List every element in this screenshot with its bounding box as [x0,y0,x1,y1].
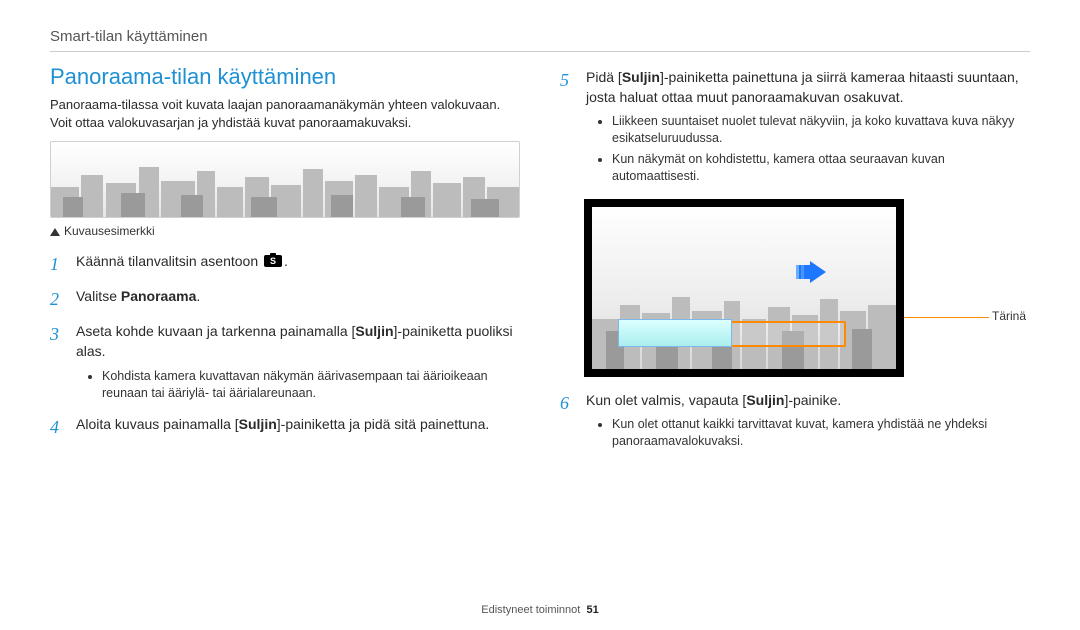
step-number: 2 [50,287,66,312]
step-number: 3 [50,322,66,405]
step-6: 6 Kun olet valmis, vapauta [Suljin]-pain… [560,391,1030,454]
step-number: 1 [50,252,66,277]
captured-segment [618,319,732,347]
right-column: 5 Pidä [Suljin]-painiketta painettuna ja… [560,68,1030,464]
intro-paragraph: Panoraama-tilassa voit kuvata laajan pan… [50,96,520,131]
callout-line [904,317,989,318]
step-number: 6 [560,391,576,454]
step-number: 4 [50,415,66,440]
panorama-progress-bar [642,321,846,347]
step-3-bullet: Kohdista kamera kuvattavan näkymän ääriv… [102,368,520,402]
mode-dial-s-icon: S [264,253,282,273]
svg-text:S: S [270,256,276,266]
step-4: 4 Aloita kuvaus painamalla [Suljin]-pain… [50,415,520,440]
left-column: Panoraama-tilan käyttäminen Panoraama-ti… [50,68,520,464]
step-6-bullet: Kun olet ottanut kaikki tarvittavat kuva… [612,416,1030,450]
step-number: 5 [560,68,576,189]
page-header: Smart-tilan käyttäminen [50,28,1030,52]
step-5: 5 Pidä [Suljin]-painiketta painettuna ja… [560,68,1030,189]
step-1: 1 Käännä tilanvalitsin asentoon S . [50,252,520,277]
caret-up-icon [50,228,60,236]
step-5-bullet-1: Liikkeen suuntaiset nuolet tulevat näkyv… [612,113,1030,147]
panorama-example-image [50,141,520,218]
step-5-bullet-2: Kun näkymät on kohdistettu, kamera ottaa… [612,151,1030,185]
direction-arrow-icon [796,261,826,288]
page-footer: Edistyneet toiminnot 51 [0,604,1080,616]
preview-screen-image [584,199,904,377]
section-title: Panoraama-tilan käyttäminen [50,64,520,90]
step-2: 2 Valitse Panoraama. [50,287,520,312]
image-caption: Kuvausesimerkki [50,224,520,238]
step-3: 3 Aseta kohde kuvaan ja tarkenna painama… [50,322,520,405]
vibration-label: Tärinä [992,309,1026,323]
